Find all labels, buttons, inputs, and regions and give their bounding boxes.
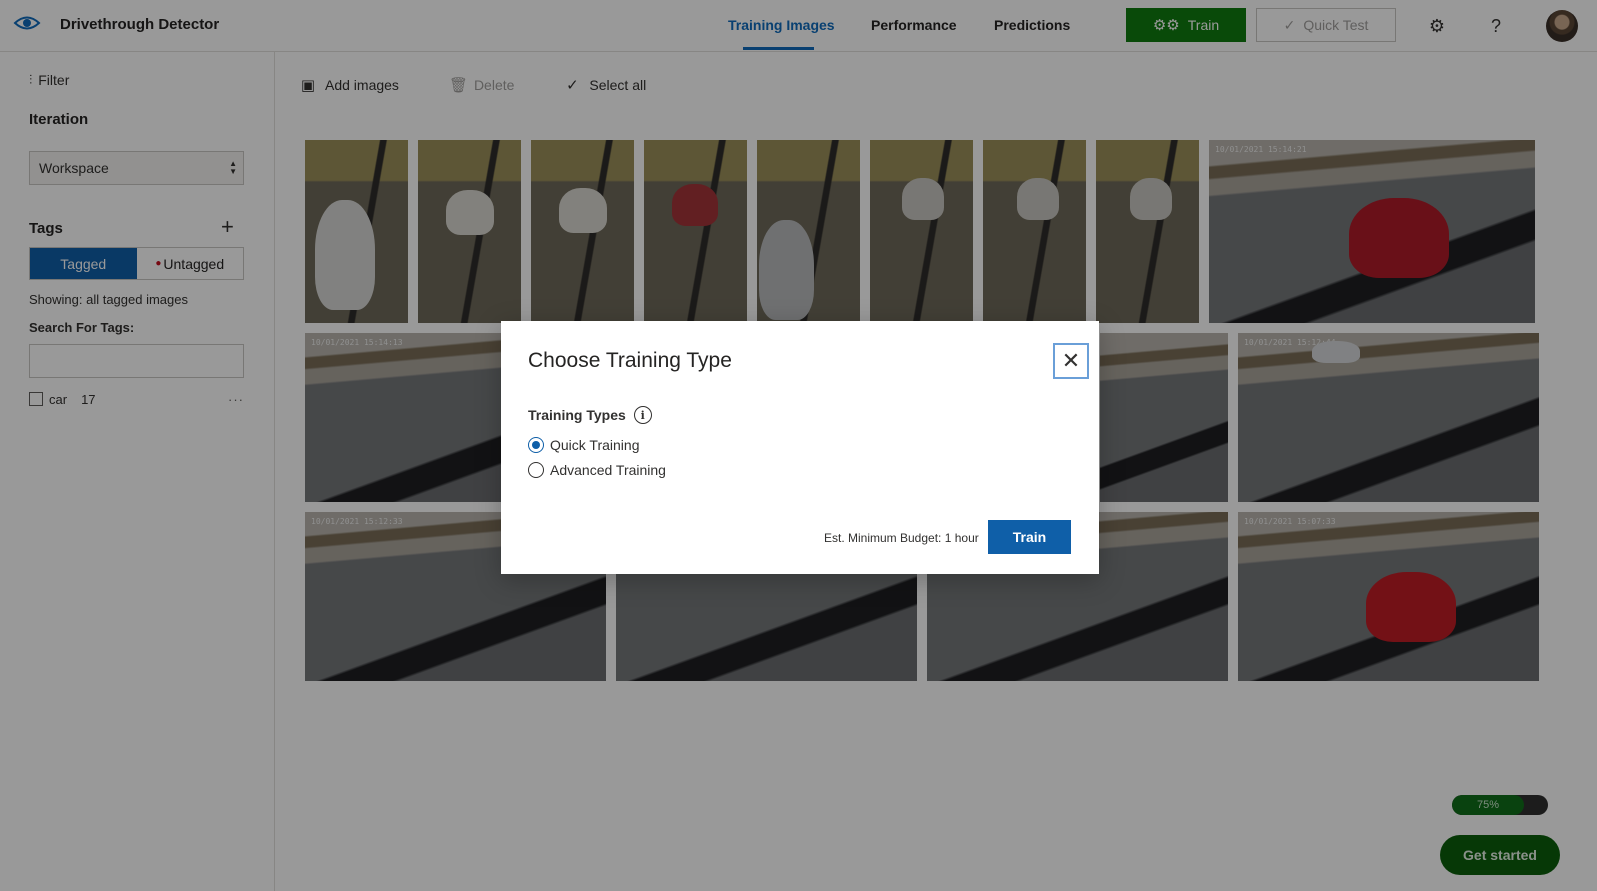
quick-training-radio[interactable] [528,437,544,453]
choose-training-type-dialog: Choose Training Type ✕ Training Types i … [501,321,1099,574]
advanced-training-label: Advanced Training [550,462,666,478]
info-icon[interactable]: i [633,406,652,424]
advanced-training-radio[interactable] [528,462,544,478]
budget-text: Est. Minimum Budget: 1 hour [824,531,979,545]
training-types-text: Training Types [528,407,626,423]
advanced-training-option[interactable]: Advanced Training [528,462,666,478]
training-types-label: Training Types i [528,406,652,424]
close-icon[interactable]: ✕ [1053,343,1089,379]
dialog-train-button[interactable]: Train [988,520,1071,554]
dialog-title: Choose Training Type [528,349,732,372]
quick-training-option[interactable]: Quick Training [528,437,639,453]
quick-training-label: Quick Training [550,437,640,453]
